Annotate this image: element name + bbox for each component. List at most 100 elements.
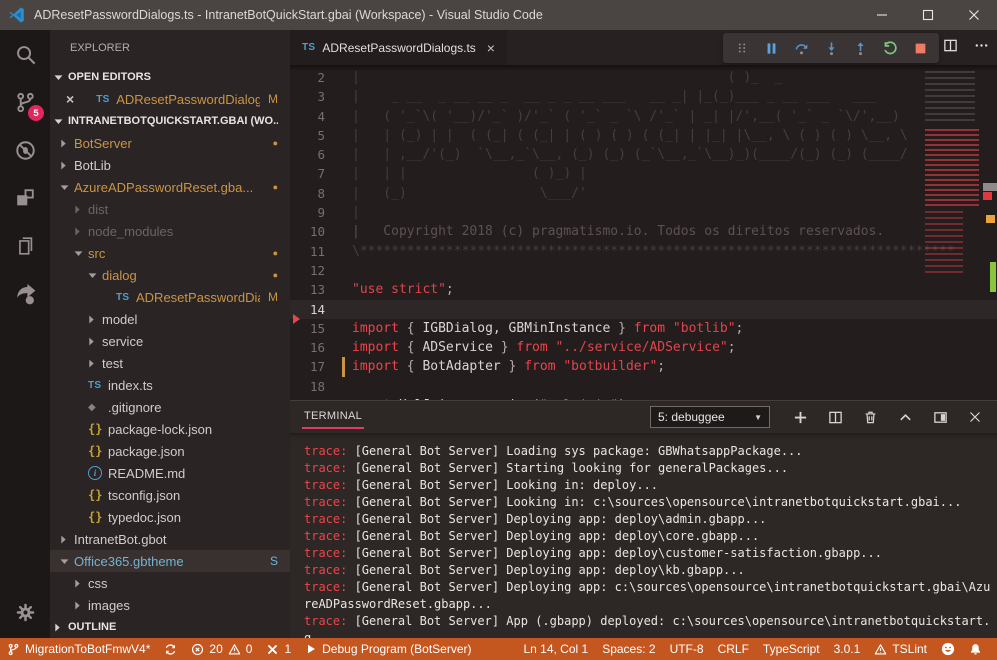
tree-item[interactable]: {}package-lock.json xyxy=(50,418,290,440)
token: "botbuilder" xyxy=(563,359,657,374)
token: ; xyxy=(728,340,736,355)
status-cursor-position[interactable]: Ln 14, Col 1 xyxy=(516,638,595,660)
terminal-selector-dropdown[interactable]: 5: debuggee ▼ xyxy=(650,406,770,428)
maximize-button[interactable] xyxy=(905,0,951,30)
tree-item[interactable]: BotLib xyxy=(50,154,290,176)
status-encoding[interactable]: UTF-8 xyxy=(663,638,711,660)
status-notifications[interactable] xyxy=(962,638,989,660)
tree-item[interactable]: service xyxy=(50,330,290,352)
tree-item[interactable]: TSADResetPasswordDial...M xyxy=(50,286,290,308)
activity-item-debug[interactable] xyxy=(0,126,50,174)
vscode-window: ADResetPasswordDialogs.ts - IntranetBotQ… xyxy=(0,0,997,660)
token: import xyxy=(352,359,399,374)
token: ; xyxy=(736,321,744,336)
status-text: UTF-8 xyxy=(670,642,704,656)
overview-ruler xyxy=(983,65,997,400)
status-eol[interactable]: CRLF xyxy=(711,638,756,660)
stop-button[interactable] xyxy=(909,37,931,59)
step-over-button[interactable] xyxy=(790,37,812,59)
status-indentation[interactable]: Spaces: 2 xyxy=(595,638,662,660)
minimap[interactable] xyxy=(923,67,983,377)
token: import xyxy=(352,340,399,355)
pause-button[interactable] xyxy=(761,37,783,59)
tree-item[interactable]: node_modules xyxy=(50,220,290,242)
activity-item-extensions[interactable] xyxy=(0,174,50,222)
split-terminal-button[interactable] xyxy=(827,409,843,425)
tree-item[interactable]: iREADME.md xyxy=(50,462,290,484)
status-debug-target[interactable]: Debug Program (BotServer) xyxy=(298,638,478,660)
section-header[interactable]: INTRANETBOTQUICKSTART.GBAI (WO... xyxy=(50,110,290,132)
tree-item[interactable]: {}typedoc.json xyxy=(50,506,290,528)
maximize-panel-button[interactable] xyxy=(897,409,913,425)
warning-icon xyxy=(228,643,241,656)
status-language-mode[interactable]: TypeScript xyxy=(756,638,827,660)
status-feedback[interactable] xyxy=(934,638,962,660)
gear-icon xyxy=(15,602,36,623)
status-problems[interactable]: 200 xyxy=(184,638,259,660)
split-editor-button[interactable] xyxy=(943,38,958,58)
tree-item[interactable]: test xyxy=(50,352,290,374)
status-version[interactable]: 3.0.1 xyxy=(827,638,868,660)
activity-item-share[interactable] xyxy=(0,270,50,318)
toggle-panel-position-button[interactable] xyxy=(932,409,948,425)
tree-item[interactable]: dialog● xyxy=(50,264,290,286)
code-text: | _ __ _ __ __ _ __ _ _ __ ___ __ _| |_(… xyxy=(352,87,997,106)
token: ); xyxy=(618,398,634,400)
section-header[interactable]: OUTLINE xyxy=(50,616,290,638)
tree-item[interactable]: AzureADPasswordReset.gba...● xyxy=(50,176,290,198)
tab-close-icon[interactable]: × xyxy=(487,40,495,56)
activity-item-search[interactable] xyxy=(0,30,50,78)
tree-item-label: OUTLINE xyxy=(68,621,116,633)
debug-pointer-icon xyxy=(293,314,305,324)
tree-item[interactable]: BotServer● xyxy=(50,132,290,154)
line-number: 2 xyxy=(290,68,352,87)
close-window-button[interactable] xyxy=(951,0,997,30)
tree-item[interactable]: images xyxy=(50,594,290,616)
tree-item[interactable]: css xyxy=(50,572,290,594)
close-panel-button[interactable] xyxy=(967,409,983,425)
settings-gear-icon[interactable] xyxy=(0,590,50,634)
tree-item[interactable]: TSindex.ts xyxy=(50,374,290,396)
diamond-file-icon: ◆ xyxy=(88,402,108,413)
status-text: 3.0.1 xyxy=(834,642,861,656)
tree-item[interactable]: ×TSADResetPasswordDialog...M xyxy=(50,88,290,110)
kill-terminal-icon xyxy=(863,410,878,425)
activity-item-documents[interactable] xyxy=(0,222,50,270)
step-out-button[interactable] xyxy=(850,37,872,59)
stop-icon xyxy=(913,41,928,56)
log-level: trace: xyxy=(304,512,347,526)
tree-item[interactable]: IntranetBot.gbot xyxy=(50,528,290,550)
status-tslint[interactable]: TSLint xyxy=(867,638,934,660)
tab-adresetpassworddialogs[interactable]: TS ADResetPasswordDialogs.ts × xyxy=(290,30,507,65)
editor-area: TS ADResetPasswordDialogs.ts × 2| ( )_ _… xyxy=(290,30,997,400)
terminal-output[interactable]: trace: [General Bot Server] Loading sys … xyxy=(290,433,997,638)
log-text: [General Bot Server] Deploying app: depl… xyxy=(347,529,759,543)
tree-item[interactable]: src● xyxy=(50,242,290,264)
close-editor-icon[interactable]: × xyxy=(66,92,74,106)
activity-item-source-control[interactable]: 5 xyxy=(0,78,50,126)
more-actions-button[interactable] xyxy=(974,38,989,58)
tab-terminal[interactable]: TERMINAL xyxy=(302,406,364,429)
tree-item[interactable]: dist xyxy=(50,198,290,220)
status-sync[interactable] xyxy=(157,638,184,660)
status-git-branch[interactable]: MigrationToBotFmwV4* xyxy=(0,638,157,660)
new-terminal-button[interactable] xyxy=(792,409,808,425)
tree-item[interactable]: {}package.json xyxy=(50,440,290,462)
code-editor[interactable]: 2| ( )_ _3| _ __ _ __ __ _ __ _ _ __ ___… xyxy=(290,65,997,400)
scrollbar-thumb[interactable] xyxy=(983,183,997,191)
minimap-code-block-2 xyxy=(925,211,963,275)
step-into-button[interactable] xyxy=(820,37,842,59)
status-tasks[interactable]: 1 xyxy=(259,638,298,660)
tree-item[interactable]: {}tsconfig.json xyxy=(50,484,290,506)
drag-grip-button[interactable] xyxy=(731,37,753,59)
tree-item[interactable]: Office365.gbthemeS xyxy=(50,550,290,572)
restart-button[interactable] xyxy=(880,37,902,59)
kill-terminal-button[interactable] xyxy=(862,409,878,425)
tree-item[interactable]: model xyxy=(50,308,290,330)
token: | xyxy=(352,205,360,220)
minimize-button[interactable] xyxy=(859,0,905,30)
modified-dot-badge: ● xyxy=(273,248,278,258)
tree-item[interactable]: ◆.gitignore xyxy=(50,396,290,418)
section-header[interactable]: OPEN EDITORS xyxy=(50,66,290,88)
tree-item-label: dist xyxy=(88,202,108,217)
